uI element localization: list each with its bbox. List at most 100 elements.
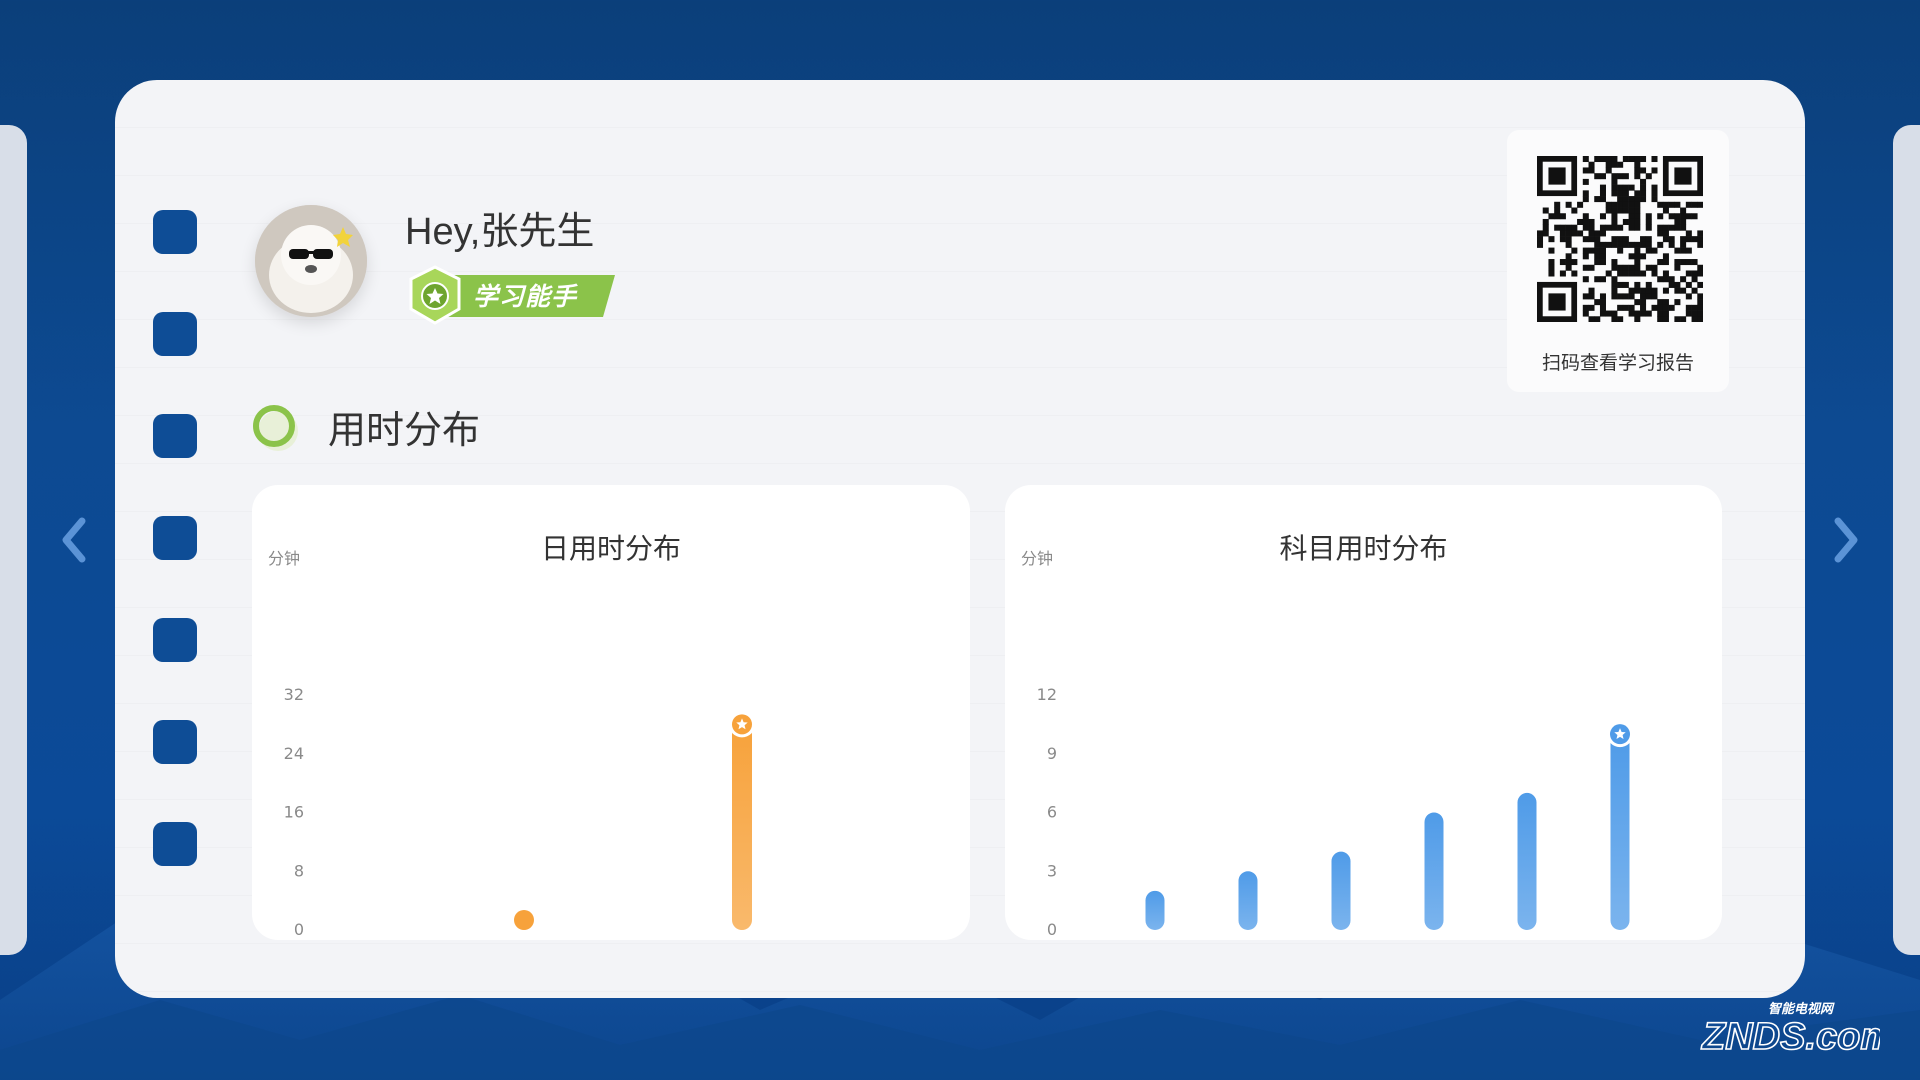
qr-module — [1622, 236, 1629, 243]
qr-module — [1588, 293, 1595, 300]
qr-module — [1645, 173, 1652, 180]
side-nav-item[interactable] — [153, 414, 197, 458]
qr-finder — [1548, 293, 1566, 311]
qr-module — [1559, 270, 1566, 277]
side-nav-item[interactable] — [153, 822, 197, 866]
y-tick-label: 8 — [294, 861, 304, 880]
qr-module — [1599, 184, 1606, 191]
qr-module — [1640, 310, 1647, 317]
qr-module — [1588, 167, 1595, 174]
qr-finder — [1674, 167, 1692, 185]
qr-module — [1640, 236, 1647, 243]
qr-module — [1611, 293, 1618, 300]
qr-module — [1634, 207, 1641, 214]
qr-module — [1617, 281, 1624, 288]
qr-module — [1622, 207, 1629, 214]
qr-module — [1657, 241, 1664, 248]
qr-module — [1628, 196, 1635, 203]
y-tick-label: 0 — [294, 920, 304, 939]
qr-module — [1594, 173, 1601, 180]
qr-finder — [1548, 167, 1566, 185]
qr-module — [1662, 270, 1669, 277]
bar — [1424, 812, 1444, 930]
qr-module — [1599, 304, 1606, 311]
qr-module — [1599, 241, 1606, 248]
next-page-panel[interactable] — [1893, 125, 1920, 955]
qr-module — [1634, 201, 1641, 208]
qr-module — [1565, 236, 1572, 243]
qr-module — [1668, 276, 1675, 283]
prev-page-panel[interactable] — [0, 125, 27, 955]
qr-module — [1645, 236, 1652, 243]
qr-module — [1674, 299, 1681, 306]
side-nav-item[interactable] — [153, 720, 197, 764]
side-nav-item[interactable] — [153, 312, 197, 356]
daily-chart: 081624323.255.08 — [284, 685, 755, 939]
qr-module — [1565, 264, 1572, 271]
qr-module — [1582, 167, 1589, 174]
qr-module — [1571, 224, 1578, 231]
achievement-badge: 学习能手 — [405, 265, 625, 327]
qr-module — [1611, 281, 1618, 288]
prev-arrow-icon[interactable] — [48, 515, 98, 565]
qr-module — [1617, 184, 1624, 191]
qr-module — [1611, 178, 1618, 185]
qr-module — [1628, 241, 1635, 248]
qr-module — [1605, 201, 1612, 208]
qr-module — [1628, 218, 1635, 225]
qr-module — [1605, 156, 1612, 163]
qr-module — [1628, 201, 1635, 208]
qr-module — [1599, 173, 1606, 180]
qr-module — [1599, 259, 1606, 266]
qr-module — [1697, 304, 1703, 311]
next-arrow-icon[interactable] — [1822, 515, 1872, 565]
qr-module — [1628, 287, 1635, 294]
qr-module — [1645, 281, 1652, 288]
side-nav-item[interactable] — [153, 516, 197, 560]
qr-module — [1542, 218, 1549, 225]
qr-module — [1651, 270, 1658, 277]
qr-module — [1588, 224, 1595, 231]
qr-module — [1594, 259, 1601, 266]
qr-module — [1640, 270, 1647, 277]
side-nav-item[interactable] — [153, 210, 197, 254]
qr-module — [1588, 247, 1595, 254]
qr-module — [1611, 316, 1618, 322]
qr-module — [1582, 156, 1589, 163]
qr-module — [1617, 316, 1624, 322]
qr-module — [1634, 196, 1641, 203]
qr-module — [1594, 299, 1601, 306]
qr-module — [1634, 316, 1641, 322]
qr-module — [1685, 270, 1692, 277]
qr-module — [1685, 247, 1692, 254]
y-tick-label: 3 — [1047, 861, 1057, 880]
qr-module — [1594, 196, 1601, 203]
qr-module — [1559, 259, 1566, 266]
qr-module — [1651, 304, 1658, 311]
qr-module — [1668, 281, 1675, 288]
qr-module — [1617, 293, 1624, 300]
qr-module — [1640, 287, 1647, 294]
qr-module — [1657, 316, 1664, 322]
qr-module — [1634, 241, 1641, 248]
qr-module — [1548, 264, 1555, 271]
qr-module — [1645, 247, 1652, 254]
qr-module — [1582, 276, 1589, 283]
qr-module — [1674, 218, 1681, 225]
qr-module — [1651, 167, 1658, 174]
qr-module — [1599, 190, 1606, 197]
badge-label: 学习能手 — [473, 282, 578, 311]
bar — [514, 910, 534, 930]
qr-module — [1565, 259, 1572, 266]
qr-module — [1622, 156, 1629, 163]
qr-module — [1645, 241, 1652, 248]
qr-module — [1651, 156, 1658, 163]
qr-module — [1680, 236, 1687, 243]
qr-module — [1588, 287, 1595, 294]
qr-module — [1611, 259, 1618, 266]
qr-module — [1645, 224, 1652, 231]
side-nav-item[interactable] — [153, 618, 197, 662]
qr-module — [1605, 207, 1612, 214]
qr-module — [1582, 247, 1589, 254]
qr-module — [1634, 190, 1641, 197]
